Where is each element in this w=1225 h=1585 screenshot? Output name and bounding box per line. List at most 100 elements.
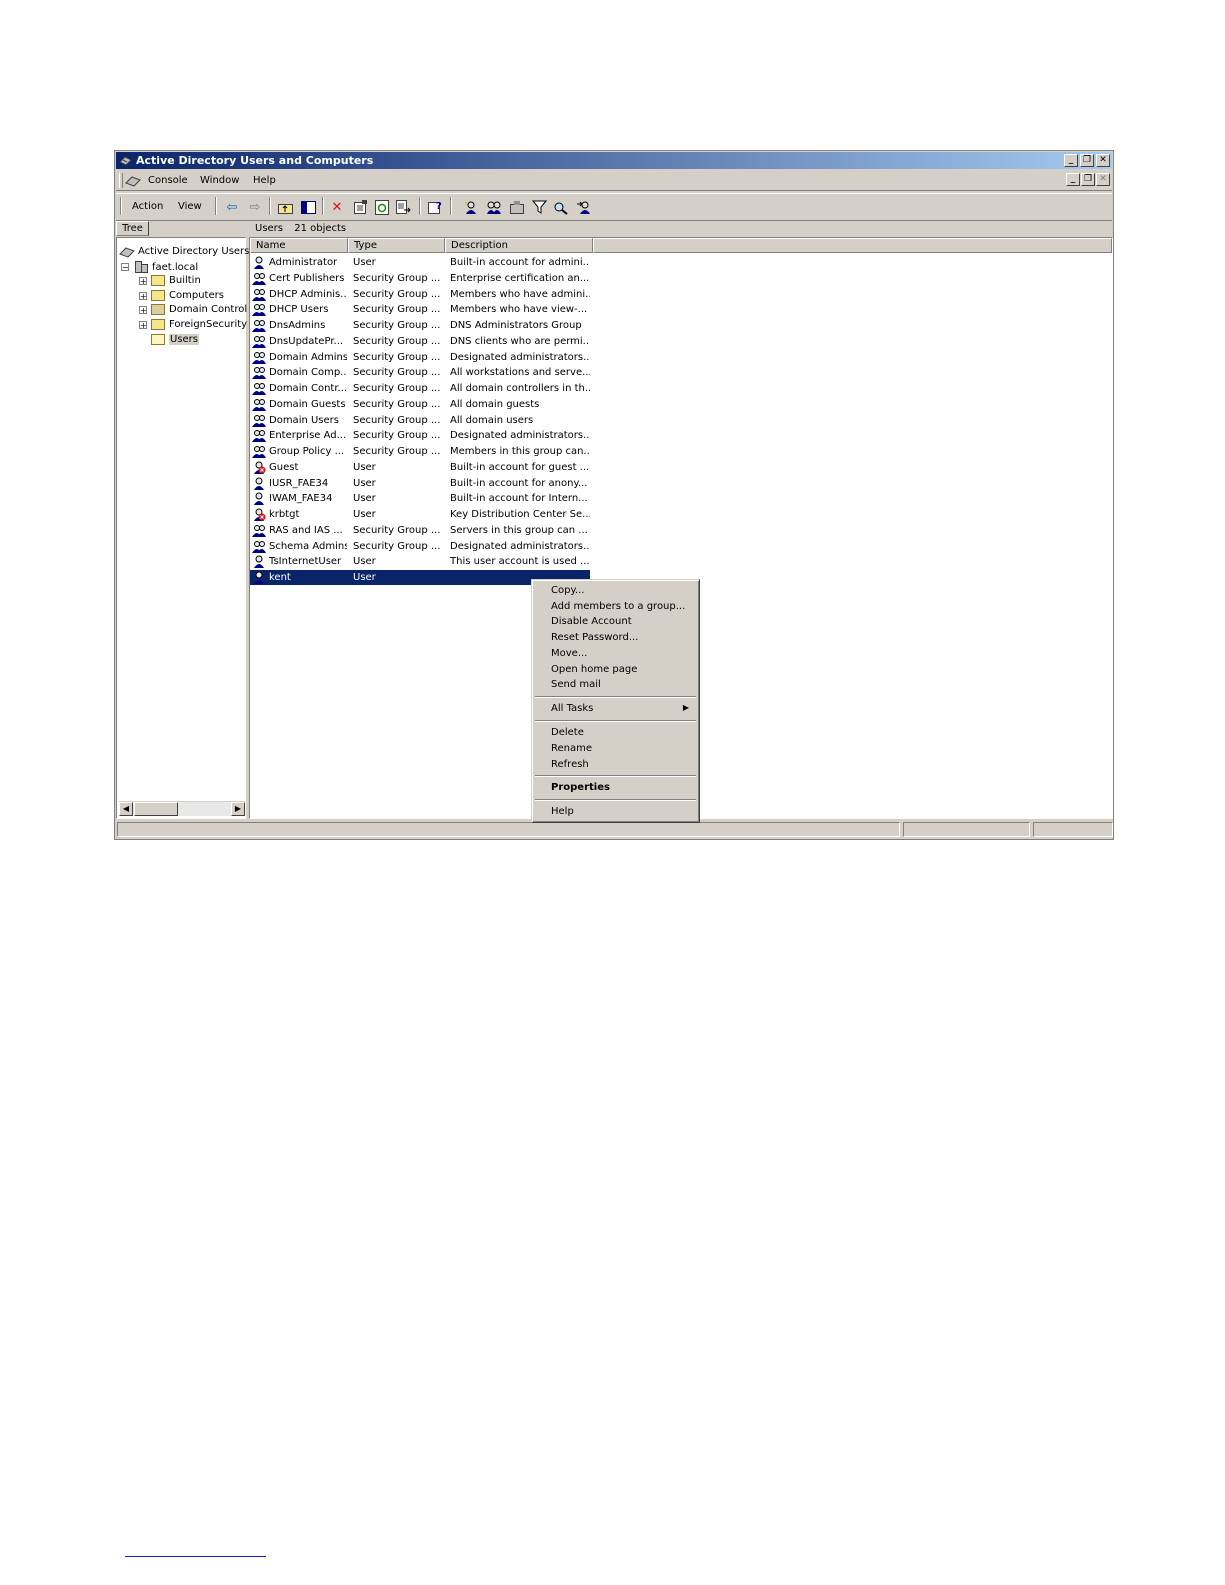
up-folder-icon[interactable]: [277, 199, 293, 215]
table-row[interactable]: IWAM_FAE34 User Built-in account for Inter…: [250, 491, 590, 506]
menu-item-all-tasks[interactable]: All Tasks ▶: [551, 703, 695, 714]
tree-item-users[interactable]: Users: [151, 334, 200, 345]
cell-name: Schema Admins: [269, 540, 347, 552]
mdi-minimize-icon[interactable]: _: [1066, 173, 1080, 186]
toolbar-grip: [120, 197, 122, 215]
cell-description: Members who have view-...: [450, 304, 588, 316]
expand-icon[interactable]: +: [139, 276, 147, 285]
expand-icon[interactable]: +: [139, 320, 147, 329]
menu-item-move[interactable]: Move...: [551, 648, 587, 659]
cell-description: Designated administrators...: [450, 430, 590, 442]
menu-item-send-mail[interactable]: Send mail: [551, 679, 601, 690]
title-bar[interactable]: Active Directory Users and Computers _ ❐…: [116, 152, 1112, 169]
menu-separator: [535, 696, 696, 698]
scroll-left-icon[interactable]: ◀: [119, 802, 133, 816]
menu-bar: Console Window Help _ ❐ ✕: [116, 171, 1112, 191]
tab-tree[interactable]: Tree: [116, 221, 149, 236]
expand-icon[interactable]: +: [139, 291, 147, 300]
tree-horizontal-scrollbar[interactable]: ◀ ▶: [119, 801, 245, 816]
table-row[interactable]: Schema Admins Security Group ... Designate…: [250, 539, 590, 554]
cell-type: Security Group ...: [353, 430, 441, 442]
cell-name: kent: [269, 572, 291, 583]
new-ou-icon[interactable]: [509, 199, 525, 215]
mdi-restore-icon[interactable]: ❐: [1081, 173, 1095, 186]
table-row[interactable]: RAS and IAS ... Security Group ... Servers…: [250, 523, 590, 538]
table-row[interactable]: DnsUpdatePr... Security Group ... DNS clie…: [250, 334, 590, 349]
folder-icon: [151, 290, 165, 301]
table-row[interactable]: Enterprise Ad... Security Group ... Design…: [250, 428, 590, 443]
cell-type: Security Group ...: [353, 272, 441, 284]
menu-item-delete[interactable]: Delete: [551, 727, 584, 738]
tree-item-domain-controllers[interactable]: + Domain Control: [139, 304, 247, 315]
find-icon[interactable]: [553, 199, 569, 215]
mdi-close-icon[interactable]: ✕: [1096, 173, 1110, 186]
show-hide-tree-icon[interactable]: [300, 199, 316, 215]
collapse-icon[interactable]: −: [121, 263, 129, 272]
expand-icon[interactable]: +: [139, 305, 147, 314]
table-row[interactable]: TsInternetUser User This user account is u…: [250, 554, 590, 569]
tree-item-builtin[interactable]: + Builtin: [139, 275, 201, 286]
menu-item-copy[interactable]: Copy...: [551, 585, 584, 596]
delete-icon[interactable]: ✕: [329, 199, 345, 215]
table-row[interactable]: DnsAdmins Security Group ... DNS Administr…: [250, 318, 590, 333]
tree-item-label: Computers: [169, 290, 224, 301]
cell-description: Built-in account for guest ...: [450, 461, 590, 473]
properties-icon[interactable]: [352, 199, 368, 215]
help-icon[interactable]: ?: [427, 199, 443, 215]
menu-console[interactable]: Console: [148, 175, 188, 186]
new-group-icon[interactable]: [486, 199, 502, 215]
column-header-name[interactable]: Name: [250, 238, 348, 253]
tree-domain-node[interactable]: − faet.local: [121, 260, 198, 274]
table-row[interactable]: Guest User Built-in account for guest ...: [250, 460, 590, 475]
table-row[interactable]: Domain Comp... Security Group ... All work…: [250, 365, 590, 380]
cell-type: Security Group ...: [353, 320, 441, 331]
table-row[interactable]: DHCP Adminis... Security Group ... Members…: [250, 287, 590, 302]
cell-description: Members in this group can...: [450, 446, 590, 457]
action-menu[interactable]: Action: [132, 201, 163, 212]
new-user-icon[interactable]: [463, 199, 479, 215]
cell-type: User: [353, 461, 376, 473]
table-row[interactable]: Domain Guests Security Group ... All domai…: [250, 397, 590, 412]
menu-window[interactable]: Window: [200, 175, 239, 186]
scroll-right-icon[interactable]: ▶: [231, 802, 245, 816]
menu-item-disable-account[interactable]: Disable Account: [551, 616, 632, 627]
minimize-icon[interactable]: _: [1064, 154, 1078, 167]
menu-item-properties[interactable]: Properties: [551, 782, 610, 793]
menu-item-reset-password[interactable]: Reset Password...: [551, 632, 638, 643]
restore-icon[interactable]: ❐: [1080, 154, 1094, 167]
cell-name: TsInternetUser: [269, 556, 342, 568]
forward-arrow-icon[interactable]: ⇨: [247, 199, 263, 215]
menu-item-open-home-page[interactable]: Open home page: [551, 664, 637, 675]
menu-help[interactable]: Help: [253, 175, 276, 186]
tree-item-foreign-security[interactable]: + ForeignSecurity: [139, 319, 247, 330]
table-row[interactable]: Domain Admins Security Group ... Designate…: [250, 350, 590, 365]
table-row[interactable]: IUSR_FAE34 User Built-in account for anony…: [250, 476, 590, 491]
scroll-thumb[interactable]: [134, 802, 178, 816]
refresh-icon[interactable]: [374, 199, 390, 215]
table-row[interactable]: DHCP Users Security Group ... Members who …: [250, 302, 590, 317]
menu-item-rename[interactable]: Rename: [551, 743, 592, 754]
view-menu[interactable]: View: [178, 201, 202, 212]
add-to-group-icon[interactable]: [576, 199, 592, 215]
menu-item-help[interactable]: Help: [551, 806, 574, 817]
table-row[interactable]: krbtgt User Key Distribution Center Se...: [250, 507, 590, 522]
column-header-type[interactable]: Type: [348, 238, 445, 253]
back-arrow-icon[interactable]: ⇦: [224, 199, 240, 215]
export-list-icon[interactable]: [396, 199, 412, 215]
table-row[interactable]: Domain Contr... Security Group ... All dom…: [250, 381, 590, 396]
cell-description: Members who have admini...: [450, 288, 590, 300]
close-icon[interactable]: ✕: [1096, 154, 1110, 167]
menu-item-refresh[interactable]: Refresh: [551, 759, 589, 770]
tree-root-active-directory[interactable]: Active Directory Users: [119, 245, 249, 258]
menu-item-add-members[interactable]: Add members to a group...: [551, 601, 685, 612]
table-row[interactable]: Group Policy ... Security Group ... Member…: [250, 444, 590, 459]
column-header-description[interactable]: Description: [445, 238, 593, 253]
tree-item-label: ForeignSecurity: [169, 319, 248, 330]
table-row[interactable]: Domain Users Security Group ... All domain…: [250, 413, 590, 428]
tree-item-computers[interactable]: + Computers: [139, 290, 224, 301]
table-row[interactable]: Administrator User Built-in account for ad…: [250, 255, 590, 270]
tree-item-label: Users: [169, 334, 200, 345]
table-row[interactable]: Cert Publishers Security Group ... Enterpr…: [250, 271, 590, 286]
filter-icon[interactable]: [531, 199, 547, 215]
group-icon: [252, 383, 266, 395]
